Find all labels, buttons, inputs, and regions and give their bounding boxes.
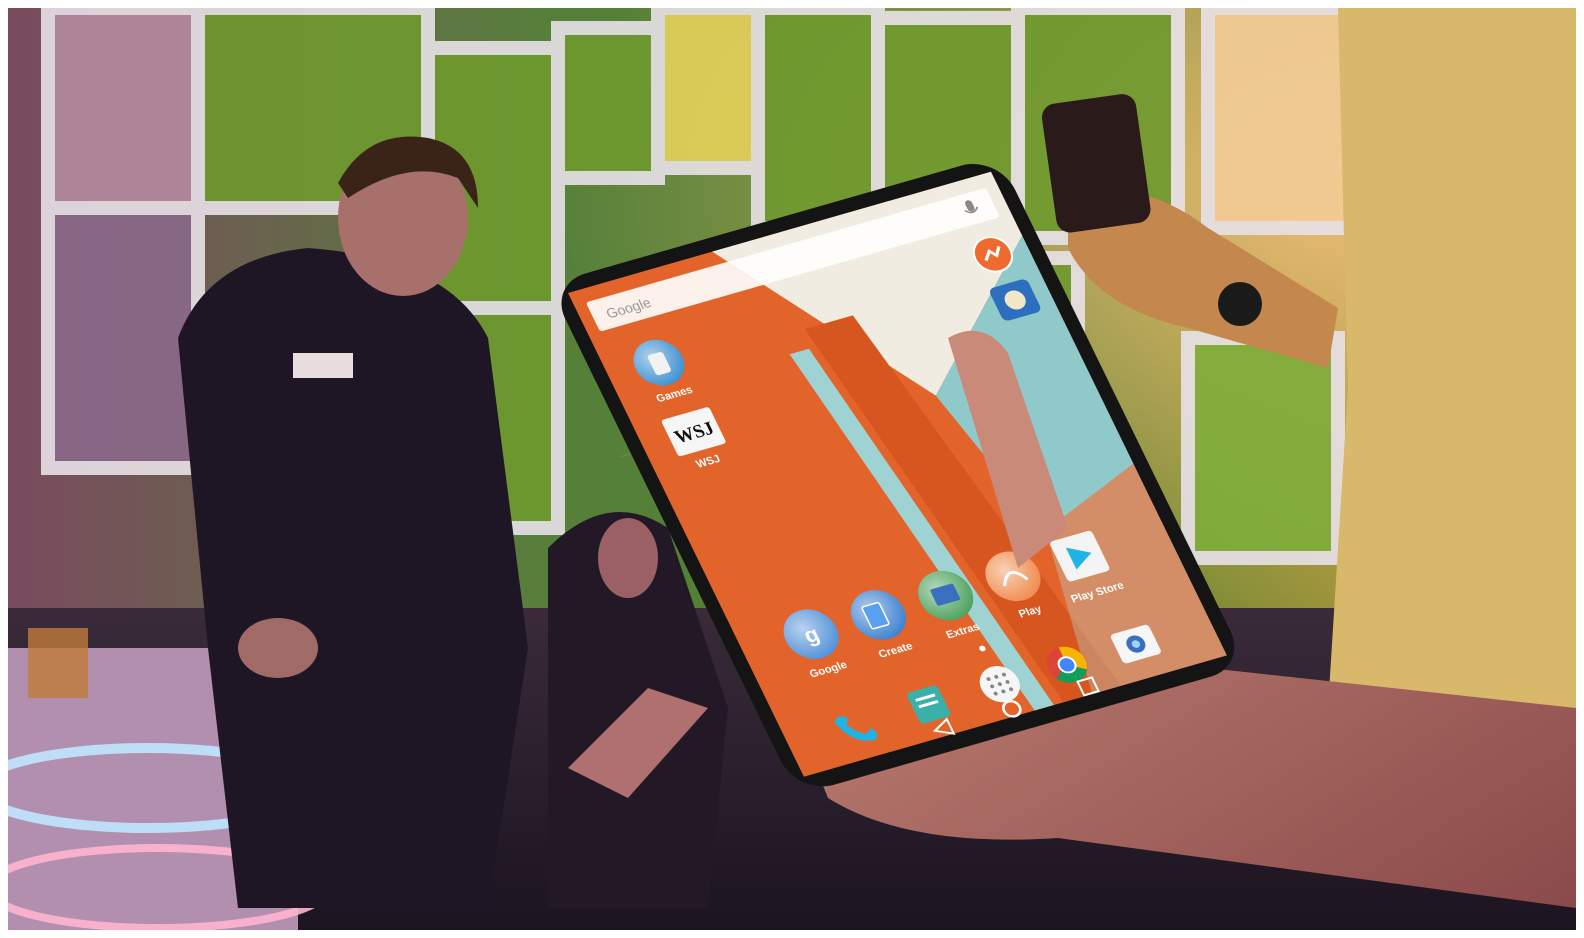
scene-svg: Google Games WSJ WSJ g Google Create Ext… xyxy=(8,8,1576,930)
photo: Google Games WSJ WSJ g Google Create Ext… xyxy=(8,8,1576,930)
